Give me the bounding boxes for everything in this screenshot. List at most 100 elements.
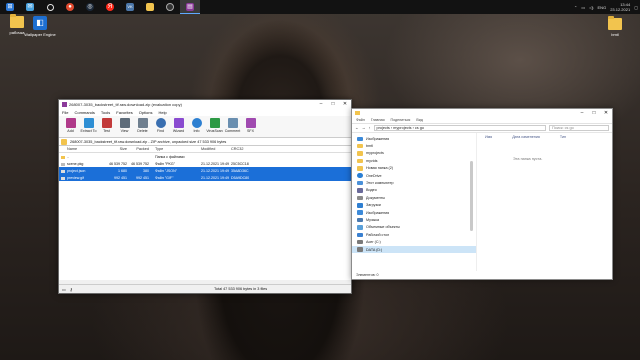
drive-icon[interactable]: ▭ xyxy=(62,287,66,292)
maximize-button[interactable]: □ xyxy=(327,100,339,108)
search-input[interactable]: Поиск: cs go xyxy=(549,125,609,131)
back-icon[interactable]: ← xyxy=(355,126,359,130)
table-row[interactable]: project.json 1 680 380 Файл "JSON" 21.12… xyxy=(59,167,351,174)
tray-arrow-icon[interactable]: ⌃ xyxy=(574,5,577,10)
folder-icon xyxy=(357,143,363,149)
menu-options[interactable]: Options xyxy=(139,110,153,115)
file-icon xyxy=(61,176,65,180)
col-type[interactable]: Type xyxy=(149,147,201,151)
nav-item[interactable]: myprojects xyxy=(352,150,476,157)
breadcrumb-cs-go[interactable]: cs go xyxy=(415,126,424,130)
col-type[interactable]: Тип xyxy=(560,135,566,139)
breadcrumb-myprojects[interactable]: myprojects xyxy=(393,126,411,130)
nav-item[interactable]: OneDrive xyxy=(352,172,476,179)
winrar-path-bar: 268007-3035_backstreet_tif.raw.download.… xyxy=(59,138,351,146)
wizard-button[interactable]: Wizard xyxy=(170,118,187,133)
menu-file[interactable]: File xyxy=(62,110,68,115)
minimize-button[interactable]: – xyxy=(576,109,588,117)
explorer-icon[interactable] xyxy=(140,0,160,14)
nav-item[interactable]: Документы xyxy=(352,194,476,201)
nav-item[interactable]: Загрузки xyxy=(352,202,476,209)
nav-item[interactable]: Рабочий стол xyxy=(352,231,476,238)
steam-icon[interactable]: ◎ xyxy=(80,0,100,14)
nav-item[interactable]: Объемные объекты xyxy=(352,224,476,231)
cortana-icon[interactable] xyxy=(40,0,60,14)
desktop-icon-label: Wallpaper Engine xyxy=(24,32,56,37)
nav-item[interactable]: Изображения xyxy=(352,135,476,142)
minimize-button[interactable]: – xyxy=(315,100,327,108)
forward-icon[interactable]: → xyxy=(362,126,366,130)
desktop-icon-wallpaper-engine[interactable]: ◧ Wallpaper Engine xyxy=(23,16,57,37)
close-button[interactable]: ✕ xyxy=(600,109,612,117)
winrar-title-bar[interactable]: 268007-3035_backstreet_tif.raw.download.… xyxy=(59,100,351,108)
info-icon xyxy=(191,118,202,128)
mail-icon[interactable]: ✉ xyxy=(20,0,40,14)
content-column-header: Имя Дата изменения Тип xyxy=(477,133,612,141)
drive-icon xyxy=(357,239,363,245)
empty-folder-message: Эта папка пуста. xyxy=(513,157,543,161)
explorer-title-bar[interactable]: – □ ✕ xyxy=(352,109,612,117)
address-bar[interactable]: projects › myprojects › cs go xyxy=(373,125,546,131)
menu-tools[interactable]: Tools xyxy=(101,110,110,115)
ribbon-tab-share[interactable]: Поделиться xyxy=(391,118,411,122)
col-packed[interactable]: Packed xyxy=(127,147,149,151)
ribbon-tab-file[interactable]: Файл xyxy=(356,118,365,122)
vk-icon[interactable]: VK xyxy=(120,0,140,14)
nav-item[interactable]: Видео xyxy=(352,187,476,194)
yandex-icon[interactable]: Я xyxy=(100,0,120,14)
table-row[interactable]: preview.gif 992 451 992 451 Файл "GIF" 2… xyxy=(59,174,351,181)
virusscan-button[interactable]: VirusScan xyxy=(206,118,223,133)
ribbon-tab-home[interactable]: Главная xyxy=(371,118,385,122)
menu-help[interactable]: Help xyxy=(159,110,167,115)
add-button[interactable]: Add xyxy=(62,118,79,133)
find-button[interactable]: Find xyxy=(152,118,169,133)
3d-objects-icon xyxy=(357,225,363,230)
nav-item[interactable]: Acer (C:) xyxy=(352,238,476,245)
col-crc[interactable]: CRC32 xyxy=(231,147,261,151)
winrar-file-list: Name Size Packed Type Modified CRC32 .. … xyxy=(59,146,351,280)
obs-icon[interactable] xyxy=(160,0,180,14)
sfx-button[interactable]: SFX xyxy=(242,118,259,133)
comment-button[interactable]: Comment xyxy=(224,118,241,133)
desktop-icon-bmtl[interactable]: bmtl xyxy=(598,16,632,37)
volume-icon[interactable]: ◁) xyxy=(589,5,593,10)
clock[interactable]: 13:44 23.12.2021 xyxy=(610,2,630,12)
chrome-icon[interactable]: ● xyxy=(60,0,80,14)
nav-item[interactable]: bmtl xyxy=(352,142,476,149)
table-row[interactable]: .. Папка с файлами xyxy=(59,153,351,160)
clock-date: 23.12.2021 xyxy=(610,7,631,12)
network-icon[interactable]: ▭ xyxy=(581,5,585,10)
nav-item[interactable]: Изображения xyxy=(352,209,476,216)
windows-start-icon[interactable]: ⊞ xyxy=(0,0,20,14)
maximize-button[interactable]: □ xyxy=(588,109,600,117)
breadcrumb-projects[interactable]: projects xyxy=(377,126,390,130)
nav-item[interactable]: Этот компьютер xyxy=(352,179,476,186)
folder-up-icon[interactable] xyxy=(61,138,67,145)
nav-item[interactable]: Новая папка (2) xyxy=(352,165,476,172)
language-indicator[interactable]: ENG xyxy=(598,5,607,10)
notifications-icon[interactable]: ▢ xyxy=(634,5,638,10)
nav-scrollbar[interactable] xyxy=(470,161,473,231)
ribbon-tab-view[interactable]: Вид xyxy=(416,118,423,122)
menu-commands[interactable]: Commands xyxy=(74,110,94,115)
winrar-app-icon xyxy=(62,101,67,107)
test-button[interactable]: Test xyxy=(98,118,115,133)
pictures-icon xyxy=(357,210,363,215)
col-modified[interactable]: Modified xyxy=(201,147,231,151)
nav-item[interactable]: Музыка xyxy=(352,216,476,223)
close-button[interactable]: ✕ xyxy=(339,100,351,108)
col-name[interactable]: Имя xyxy=(485,135,492,139)
delete-button[interactable]: Delete xyxy=(134,118,151,133)
up-icon[interactable]: ↑ xyxy=(369,126,371,130)
extract-to-button[interactable]: Extract To xyxy=(80,118,97,133)
nav-item[interactable]: myvids xyxy=(352,157,476,164)
table-row[interactable]: scene.pkg 46 539 752 46 539 752 Файл "PK… xyxy=(59,160,351,167)
menu-favorites[interactable]: Favorites xyxy=(116,110,132,115)
info-button[interactable]: Info xyxy=(188,118,205,133)
view-button[interactable]: View xyxy=(116,118,133,133)
col-size[interactable]: Size xyxy=(107,147,127,151)
col-name[interactable]: Name xyxy=(59,147,107,151)
col-date[interactable]: Дата изменения xyxy=(512,135,540,139)
winrar-icon[interactable]: ▤ xyxy=(180,0,200,14)
nav-item[interactable]: DATA (D:) xyxy=(352,245,476,254)
